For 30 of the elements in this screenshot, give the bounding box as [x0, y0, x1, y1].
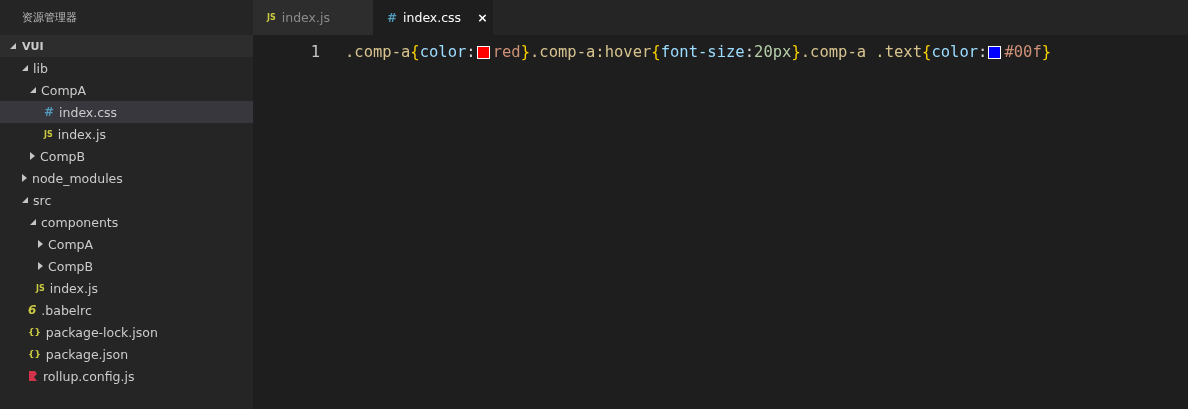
folder-item[interactable]: components — [0, 211, 253, 233]
file-type-icon: JS — [36, 283, 45, 293]
file-type-icon: JS — [44, 129, 53, 139]
folder-item[interactable]: CompA — [0, 233, 253, 255]
file-type-icon: # — [387, 10, 398, 25]
file-item[interactable]: {} package.json — [0, 343, 253, 365]
file-type-icon: JS — [267, 13, 276, 22]
file-type-icon: 6 — [28, 303, 37, 317]
folder-item[interactable]: CompA — [0, 79, 253, 101]
folder-item[interactable]: src — [0, 189, 253, 211]
explorer-title: 资源管理器 — [22, 10, 77, 25]
file-type-icon: {} — [28, 349, 41, 359]
file-item[interactable]: JS index.js — [0, 277, 253, 299]
file-item[interactable]: {} package-lock.json — [0, 321, 253, 343]
folder-item[interactable]: CompB — [0, 255, 253, 277]
folder-item[interactable]: CompB — [0, 145, 253, 167]
file-type-icon: {} — [28, 327, 41, 337]
file-item[interactable]: JS index.js — [0, 123, 253, 145]
line-number: 1 — [309, 43, 321, 61]
file-item[interactable]: # index.css — [0, 101, 253, 123]
file-item[interactable]: rollup.config.js — [0, 365, 253, 387]
folder-header[interactable]: VUI — [0, 35, 253, 57]
editor-tab[interactable]: JS index.js — [253, 0, 373, 35]
file-type-icon — [28, 370, 38, 382]
editor-tab[interactable]: # index.css × — [373, 0, 493, 35]
code-line: .comp-a{color: red}.comp-a:hover{font-size:20px}.comp-a .text{color: #00f} — [345, 43, 1052, 61]
folder-item[interactable]: node_modules — [0, 167, 253, 189]
file-type-icon: # — [44, 105, 55, 119]
file-item[interactable]: 6 .babelrc — [0, 299, 253, 321]
folder-item[interactable]: lib — [0, 57, 253, 79]
